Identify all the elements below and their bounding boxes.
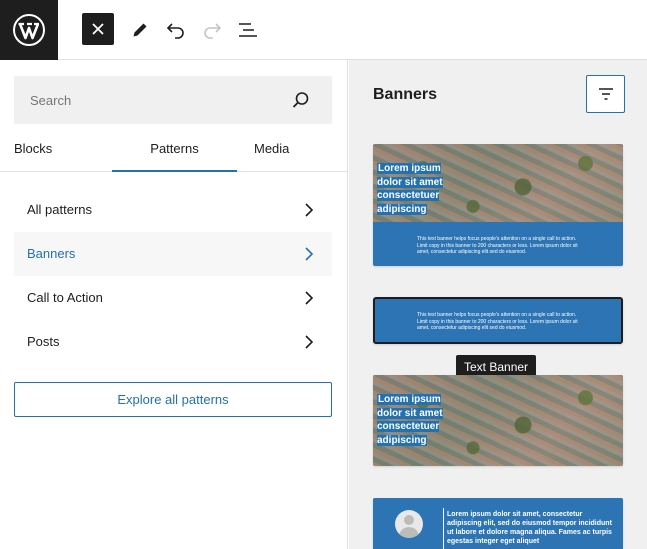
category-label: Banners: [27, 246, 76, 261]
search-icon[interactable]: [292, 91, 310, 109]
filter-button[interactable]: [586, 75, 625, 113]
undo-icon: [166, 23, 184, 39]
edit-mode-button[interactable]: [124, 14, 156, 46]
search-input[interactable]: [14, 76, 284, 124]
pattern-card-cover-banner[interactable]: Lorem ipsum dolor sit amet consectetuer …: [373, 144, 623, 266]
pattern-preview-panel: Banners Lorem ipsum dolor sit amet conse…: [349, 60, 647, 549]
hero-heading: Lorem ipsum dolor sit amet consectetuer …: [377, 163, 443, 215]
wordpress-logo[interactable]: [0, 0, 58, 60]
avatar-body: [399, 527, 419, 538]
list-view-icon: [239, 23, 257, 37]
explore-all-patterns-button[interactable]: Explore all patterns: [14, 382, 332, 417]
category-label: Posts: [27, 334, 60, 349]
editor-header: [0, 0, 647, 60]
chevron-right-icon: [305, 335, 314, 349]
chevron-right-icon: [305, 203, 314, 217]
search-box: [14, 76, 332, 124]
inserter-tabs: Blocks Patterns Media: [0, 132, 348, 172]
banner-text: This text banner helps focus people's at…: [417, 312, 578, 331]
avatar-head: [404, 515, 414, 525]
category-all-patterns[interactable]: All patterns: [14, 188, 332, 232]
chevron-right-icon: [305, 291, 314, 305]
redo-icon: [204, 23, 222, 39]
avatar: [395, 510, 423, 538]
pattern-card-text-banner[interactable]: This text banner helps focus people's at…: [373, 297, 623, 344]
undo-button[interactable]: [160, 14, 192, 46]
close-inserter-button[interactable]: [82, 13, 114, 45]
close-icon: [92, 23, 104, 35]
quote-divider: [443, 508, 444, 549]
wordpress-icon: [13, 14, 45, 46]
redo-button[interactable]: [196, 14, 228, 46]
pencil-icon: [133, 23, 147, 37]
category-label: Call to Action: [27, 290, 103, 305]
inserter-sidebar: Blocks Patterns Media All patterns Banne…: [0, 60, 348, 549]
pattern-category-list: All patterns Banners Call to Action Post…: [14, 188, 332, 364]
pattern-card-image-heading[interactable]: Lorem ipsum dolor sit amet consectetuer …: [373, 375, 623, 466]
tab-media[interactable]: Media: [254, 132, 289, 172]
quote-text: Lorem ipsum dolor sit amet, consectetur …: [447, 511, 612, 545]
category-call-to-action[interactable]: Call to Action: [14, 276, 332, 320]
tab-blocks[interactable]: Blocks: [14, 132, 52, 172]
list-view-button[interactable]: [232, 14, 264, 46]
category-label: All patterns: [27, 202, 93, 217]
category-posts[interactable]: Posts: [14, 320, 332, 364]
chevron-right-icon: [305, 247, 314, 261]
pattern-card-testimonial[interactable]: Lorem ipsum dolor sit amet, consectetur …: [373, 498, 623, 549]
tab-patterns[interactable]: Patterns: [112, 132, 237, 172]
category-banners[interactable]: Banners: [14, 232, 332, 276]
filter-icon: [598, 88, 613, 100]
panel-title: Banners: [373, 86, 438, 103]
banner-text: This text banner helps focus people's at…: [417, 236, 578, 255]
hero-heading: Lorem ipsum dolor sit amet consectetuer …: [377, 394, 443, 446]
